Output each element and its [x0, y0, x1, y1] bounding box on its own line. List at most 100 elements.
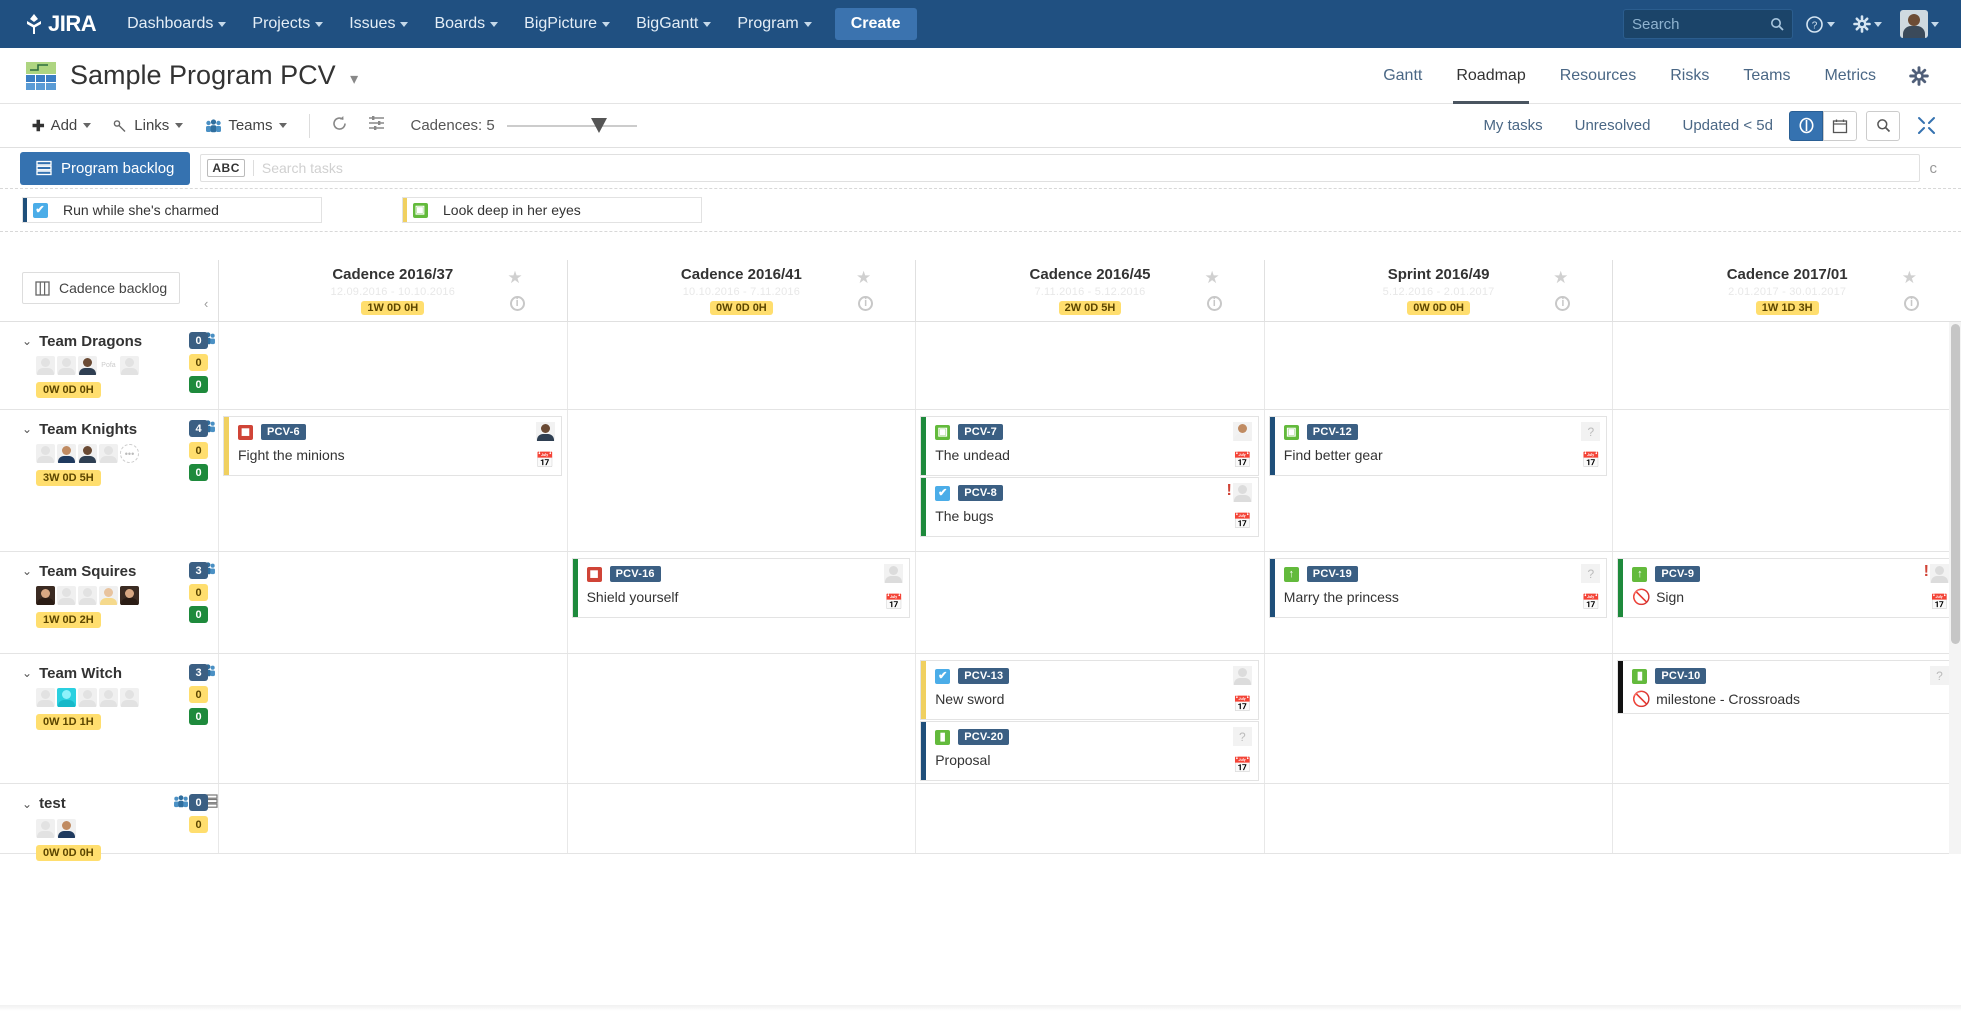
- star-icon[interactable]: ★: [507, 268, 522, 288]
- nav-item-boards[interactable]: Boards: [421, 7, 511, 41]
- chevron-down-icon[interactable]: ⌄: [22, 334, 32, 348]
- scrollbar-thumb[interactable]: [1951, 324, 1960, 644]
- star-icon[interactable]: ★: [1205, 268, 1220, 288]
- task-card[interactable]: ✔ PCV-8 The bugs ! 📅: [920, 477, 1259, 537]
- nav-item-program[interactable]: Program: [724, 7, 824, 41]
- assignee-avatar[interactable]: [884, 564, 903, 583]
- teams-button[interactable]: Teams: [195, 112, 296, 139]
- calendar-icon[interactable]: 📅: [1930, 595, 1949, 610]
- cadence-cell[interactable]: [1264, 784, 1613, 853]
- user-profile-menu[interactable]: [1894, 6, 1945, 42]
- cadence-cell[interactable]: [218, 654, 567, 783]
- tab-teams[interactable]: Teams: [1726, 48, 1807, 104]
- collapse-sidebar-button[interactable]: ‹: [204, 296, 208, 311]
- add-button[interactable]: ✚ Add: [22, 112, 101, 140]
- cadence-cell[interactable]: [567, 654, 916, 783]
- info-icon[interactable]: i: [1904, 296, 1919, 311]
- board-search-button[interactable]: [1866, 111, 1900, 141]
- task-card[interactable]: ◼ PCV-16 Shield yourself 📅: [572, 558, 911, 618]
- calendar-icon[interactable]: 📅: [1233, 758, 1252, 773]
- chevron-down-icon[interactable]: ⌄: [22, 564, 32, 578]
- task-card[interactable]: ✔ PCV-13 New sword 📅: [920, 660, 1259, 720]
- task-card[interactable]: ▣ PCV-7 The undead 📅: [920, 416, 1259, 476]
- issue-key[interactable]: PCV-10: [1655, 668, 1706, 684]
- program-backlog-button[interactable]: Program backlog: [20, 152, 190, 185]
- calendar-icon[interactable]: 📅: [1233, 697, 1252, 712]
- cadence-cell[interactable]: [1264, 322, 1613, 409]
- slider-handle[interactable]: [591, 118, 607, 133]
- links-button[interactable]: Links: [103, 112, 193, 139]
- filter-my-tasks[interactable]: My tasks: [1467, 111, 1558, 140]
- calendar-icon[interactable]: 📅: [536, 453, 555, 468]
- assignee-avatar[interactable]: [536, 422, 555, 441]
- tab-resources[interactable]: Resources: [1543, 48, 1653, 104]
- jira-logo[interactable]: JIRA: [10, 11, 114, 37]
- nav-item-issues[interactable]: Issues: [336, 7, 421, 41]
- info-icon[interactable]: i: [510, 296, 525, 311]
- issue-key[interactable]: PCV-20: [958, 729, 1009, 745]
- backlog-card[interactable]: ✔ Run while she's charmed: [22, 197, 322, 223]
- cadence-cell[interactable]: [218, 322, 567, 409]
- cadence-cell[interactable]: ◼ PCV-16 Shield yourself 📅: [567, 552, 916, 653]
- cadence-cell[interactable]: [218, 552, 567, 653]
- nav-item-projects[interactable]: Projects: [239, 7, 336, 41]
- cadence-cell[interactable]: [1612, 784, 1961, 853]
- issue-key[interactable]: PCV-19: [1307, 566, 1358, 582]
- calendar-icon[interactable]: 📅: [885, 595, 904, 610]
- assignee-avatar[interactable]: ?: [1233, 727, 1252, 746]
- cadence-cell[interactable]: [1612, 410, 1961, 551]
- cadence-cell[interactable]: [915, 552, 1264, 653]
- assignee-avatar[interactable]: ?: [1581, 422, 1600, 441]
- program-title-caret-icon[interactable]: ▾: [350, 71, 358, 88]
- cadence-cell[interactable]: ▣ PCV-7 The undead 📅 ✔: [915, 410, 1264, 551]
- fullscreen-button[interactable]: [1909, 111, 1943, 141]
- refresh-icon[interactable]: [322, 111, 357, 141]
- chevron-down-icon[interactable]: ⌄: [22, 666, 32, 680]
- nav-item-dashboards[interactable]: Dashboards: [114, 7, 239, 41]
- cadence-backlog-button[interactable]: Cadence backlog: [22, 272, 180, 304]
- abc-sort-tag[interactable]: ABC: [207, 159, 245, 177]
- cadence-cell[interactable]: [218, 784, 567, 853]
- cadence-cell[interactable]: ◼ PCV-6 Fight the minions 📅: [218, 410, 567, 551]
- star-icon[interactable]: ★: [856, 268, 871, 288]
- cadence-cell[interactable]: ↑ PCV-19 Marry the princess ? 📅: [1264, 552, 1613, 653]
- assignee-avatar[interactable]: [1233, 422, 1252, 441]
- assignee-avatar[interactable]: ?: [1930, 666, 1949, 685]
- cadence-cell[interactable]: ▣ PCV-12 Find better gear ? 📅: [1264, 410, 1613, 551]
- backlog-card[interactable]: ▣ Look deep in her eyes: [402, 197, 702, 223]
- assignee-avatar[interactable]: [1233, 666, 1252, 685]
- assignee-avatar[interactable]: [1233, 483, 1252, 502]
- task-card[interactable]: ↑ PCV-9 🚫 Sign ! 📅: [1617, 558, 1956, 618]
- tab-roadmap[interactable]: Roadmap: [1439, 48, 1542, 104]
- avatar-more-icon[interactable]: •••: [120, 444, 139, 463]
- chevron-down-icon[interactable]: ⌄: [22, 422, 32, 436]
- cadence-cell[interactable]: [567, 410, 916, 551]
- cadence-cell[interactable]: ↑ PCV-9 🚫 Sign ! 📅: [1612, 552, 1961, 653]
- vertical-scrollbar[interactable]: [1949, 322, 1961, 854]
- issue-key[interactable]: PCV-8: [958, 485, 1003, 501]
- cadence-cell[interactable]: [1612, 322, 1961, 409]
- settings-icon[interactable]: [1847, 11, 1888, 37]
- issue-key[interactable]: PCV-7: [958, 424, 1003, 440]
- star-icon[interactable]: ★: [1553, 268, 1568, 288]
- star-icon[interactable]: ★: [1902, 268, 1917, 288]
- calendar-icon[interactable]: 📅: [1582, 595, 1601, 610]
- calendar-icon[interactable]: 📅: [1582, 453, 1601, 468]
- help-icon[interactable]: ?: [1799, 11, 1841, 38]
- issue-key[interactable]: PCV-6: [261, 424, 306, 440]
- task-card[interactable]: ↑ PCV-19 Marry the princess ? 📅: [1269, 558, 1608, 618]
- create-button[interactable]: Create: [835, 8, 917, 40]
- cadence-cell[interactable]: ▮ PCV-10 🚫 milestone - Crossroads ?: [1612, 654, 1961, 783]
- issue-key[interactable]: PCV-12: [1307, 424, 1358, 440]
- nav-item-biggantt[interactable]: BigGantt: [623, 7, 724, 41]
- tab-metrics[interactable]: Metrics: [1807, 48, 1893, 104]
- calendar-icon[interactable]: 📅: [1233, 453, 1252, 468]
- assignee-avatar[interactable]: [1930, 564, 1949, 583]
- filter-settings-icon[interactable]: [359, 111, 395, 140]
- task-card[interactable]: ▣ PCV-12 Find better gear ? 📅: [1269, 416, 1608, 476]
- issue-key[interactable]: PCV-13: [958, 668, 1009, 684]
- issue-key[interactable]: PCV-16: [610, 566, 661, 582]
- issue-key[interactable]: PCV-9: [1655, 566, 1700, 582]
- backlog-search-field[interactable]: ABC Search tasks: [200, 154, 1919, 182]
- chevron-down-icon[interactable]: ⌄: [22, 797, 32, 811]
